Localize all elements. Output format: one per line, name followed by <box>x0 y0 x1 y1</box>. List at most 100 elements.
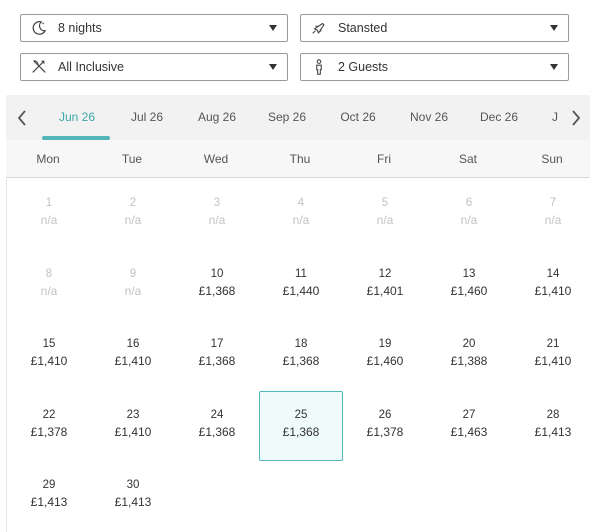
day-price: £1,413 <box>30 495 68 509</box>
day-number: 3 <box>213 197 221 209</box>
calendar-day: 3 n/a <box>175 179 259 249</box>
calendar-day: 1 n/a <box>7 179 91 249</box>
weekday-header: Mon Tue Wed Thu Fri Sat Sun <box>6 140 590 178</box>
day-number: 17 <box>210 338 224 350</box>
day-number: 9 <box>129 267 137 280</box>
calendar-day[interactable]: 13 £1,460 <box>427 250 511 320</box>
day-number: 29 <box>42 479 56 491</box>
cutlery-icon <box>30 58 48 76</box>
calendar-day[interactable]: 27 £1,463 <box>427 391 511 461</box>
day-number: 14 <box>546 267 560 280</box>
weekday-label: Sun <box>541 152 563 166</box>
day-price: £1,463 <box>450 424 488 439</box>
day-price: £1,410 <box>534 283 572 298</box>
moon-icon <box>30 19 48 37</box>
day-number: 22 <box>42 408 56 421</box>
day-number: 15 <box>42 338 56 350</box>
day-number: 18 <box>294 338 308 350</box>
calendar-day[interactable]: 15 £1,410 <box>7 320 91 390</box>
month-label: Jun 26 <box>58 110 96 124</box>
calendar-day[interactable]: 23 £1,410 <box>91 391 175 461</box>
day-number: 4 <box>297 197 305 209</box>
weekday-label: Wed <box>203 152 229 166</box>
calendar-day[interactable]: 11 £1,440 <box>259 250 343 320</box>
day-number: 16 <box>126 338 140 350</box>
day-price: n/a <box>376 213 394 227</box>
calendar-day[interactable]: 14 £1,410 <box>511 250 590 320</box>
airport-label: Stansted <box>338 21 388 35</box>
calendar-day[interactable]: 26 £1,378 <box>343 391 427 461</box>
day-number: 6 <box>465 197 473 209</box>
day-price: £1,413 <box>114 495 152 509</box>
day-price: £1,410 <box>114 354 152 368</box>
chevron-right-icon <box>572 109 581 126</box>
day-price: £1,401 <box>366 283 404 298</box>
day-number: 24 <box>210 408 224 421</box>
day-number: 2 <box>129 197 137 209</box>
calendar-day-selected[interactable]: 25 £1,368 <box>259 390 343 461</box>
calendar-day[interactable]: 30 £1,413 <box>91 461 175 531</box>
day-price: n/a <box>208 213 226 227</box>
day-price: £1,440 <box>282 283 320 298</box>
calendar-day[interactable]: 28 £1,413 <box>511 391 590 461</box>
day-number: 27 <box>462 408 476 421</box>
day-price: £1,378 <box>30 424 68 439</box>
month-tab[interactable]: Nov 26 <box>394 95 464 140</box>
airport-select[interactable]: Stansted <box>300 14 569 42</box>
day-number: 7 <box>549 197 557 209</box>
calendar-day[interactable]: 18 £1,368 <box>259 320 343 390</box>
person-icon <box>310 58 328 76</box>
month-label: Dec 26 <box>479 110 519 124</box>
day-number: 12 <box>378 267 392 280</box>
day-number: 30 <box>126 479 140 491</box>
prev-month-button[interactable] <box>10 95 34 140</box>
day-price: n/a <box>40 213 58 227</box>
next-month-button[interactable] <box>564 95 588 140</box>
day-price: £1,368 <box>282 354 320 368</box>
day-price: £1,413 <box>534 424 572 439</box>
calendar-day[interactable]: 24 £1,368 <box>175 391 259 461</box>
month-label: Sep 26 <box>267 110 307 124</box>
day-price: £1,388 <box>450 354 488 368</box>
calendar-day: 7 n/a <box>511 179 590 249</box>
weekday-label: Mon <box>36 152 60 166</box>
day-number: 10 <box>210 267 224 280</box>
board-select[interactable]: All Inclusive <box>20 53 288 81</box>
day-number: 8 <box>45 267 53 280</box>
weekday-label: Fri <box>377 152 391 166</box>
day-price: £1,368 <box>198 283 236 298</box>
calendar-day[interactable]: 16 £1,410 <box>91 320 175 390</box>
calendar-day: 9 n/a <box>91 250 175 320</box>
weekday-label: Tue <box>121 152 143 166</box>
month-tab[interactable]: Jul 26 <box>112 95 182 140</box>
day-price: £1,460 <box>450 283 488 298</box>
day-number: 20 <box>462 338 476 350</box>
calendar-day[interactable]: 21 £1,410 <box>511 320 590 390</box>
day-price: n/a <box>124 283 142 298</box>
board-label: All Inclusive <box>58 60 124 74</box>
calendar-day: 5 n/a <box>343 179 427 249</box>
weekday-label: Thu <box>289 152 311 166</box>
guests-select[interactable]: 2 Guests <box>300 53 569 81</box>
calendar-day: 8 n/a <box>7 250 91 320</box>
calendar-day[interactable]: 19 £1,460 <box>343 320 427 390</box>
calendar-day[interactable]: 20 £1,388 <box>427 320 511 390</box>
calendar-day[interactable]: 10 £1,368 <box>175 250 259 320</box>
calendar-grid: 1 n/a 2 n/a 3 n/a 4 n/a 5 n/a 6 n/a 7 n/a 8 n/a 9 n/a 10 £1… <box>6 179 590 532</box>
month-tab[interactable]: Oct 26 <box>323 95 393 140</box>
calendar-day: 6 n/a <box>427 179 511 249</box>
month-tab[interactable]: Aug 26 <box>182 95 252 140</box>
calendar-day: 4 n/a <box>259 179 343 249</box>
nights-select[interactable]: 8 nights <box>20 14 288 42</box>
month-tab[interactable]: Jun 26 <box>42 95 112 140</box>
calendar-day[interactable]: 12 £1,401 <box>343 250 427 320</box>
calendar-day[interactable]: 22 £1,378 <box>7 391 91 461</box>
calendar-day[interactable]: 29 £1,413 <box>7 461 91 531</box>
calendar-day: 2 n/a <box>91 179 175 249</box>
chevron-left-icon <box>17 109 26 126</box>
month-tab[interactable]: Sep 26 <box>252 95 322 140</box>
day-number: 28 <box>546 408 560 421</box>
calendar-day[interactable]: 17 £1,368 <box>175 320 259 390</box>
month-label: Jul 26 <box>130 110 164 124</box>
day-number: 1 <box>45 197 53 209</box>
